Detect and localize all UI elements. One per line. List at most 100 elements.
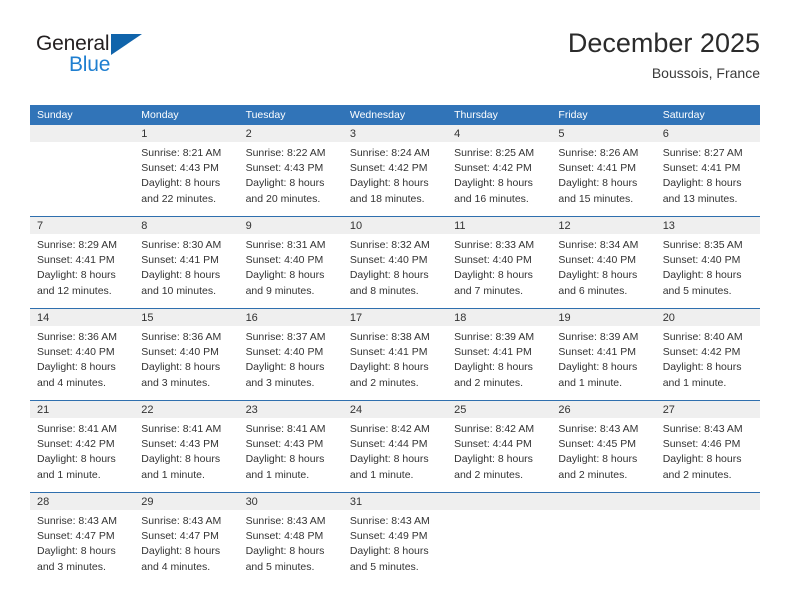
calendar-day-cell[interactable]: 19 Sunrise: 8:39 AM Sunset: 4:41 PM Dayligh… [551,309,656,400]
daylight-text-line1: Daylight: 8 hours [349,453,429,466]
calendar-day-cell[interactable]: 14 Sunrise: 8:36 AM Sunset: 4:40 PM Dayligh… [30,309,135,400]
calendar-week-row: 1 Sunrise: 8:21 AM Sunset: 4:43 PM Daylight… [30,125,760,216]
calendar-day-cell[interactable]: 26 Sunrise: 8:43 AM Sunset: 4:45 PM Dayligh… [551,401,656,492]
sunrise-text: Sunrise: 8:42 AM [454,423,535,435]
brand-logo[interactable]: General Blue [36,32,186,86]
brand-name-blue: Blue [69,53,111,76]
sunset-text: Sunset: 4:41 PM [558,162,637,175]
day-details: Sunrise: 8:22 AM Sunset: 4:43 PM Daylight:… [239,142,343,207]
location-label: Boussois, France [651,65,760,81]
weekday-header-sunday: Sunday [37,109,73,121]
daylight-text-line2: and 9 minutes. [245,284,315,297]
calendar-day-cell[interactable]: 2 Sunrise: 8:22 AM Sunset: 4:43 PM Daylight… [238,125,343,216]
sunrise-text: Sunrise: 8:24 AM [349,147,430,159]
sunrise-text: Sunrise: 8:22 AM [245,147,326,159]
sunrise-text: Sunrise: 8:41 AM [141,423,222,435]
calendar-day-cell-empty [551,493,656,584]
calendar-day-cell[interactable]: 24 Sunrise: 8:42 AM Sunset: 4:44 PM Dayligh… [342,401,448,492]
daylight-text-line2: and 18 minutes. [349,192,425,205]
calendar-day-cell[interactable]: 21 Sunrise: 8:41 AM Sunset: 4:42 PM Dayligh… [30,401,135,492]
daylight-text-line1: Daylight: 8 hours [558,453,638,466]
day-details: Sunrise: 8:39 AM Sunset: 4:41 PM Daylight:… [447,326,551,391]
day-number [551,493,656,510]
calendar-day-cell[interactable]: 20 Sunrise: 8:40 AM Sunset: 4:42 PM Dayligh… [655,309,760,400]
day-details: Sunrise: 8:43 AM Sunset: 4:45 PM Daylight:… [551,418,655,483]
calendar-day-cell[interactable]: 4 Sunrise: 8:25 AM Sunset: 4:42 PM Daylight… [447,125,552,216]
calendar-day-cell-empty [30,125,135,216]
sunrise-text: Sunrise: 8:29 AM [37,239,117,251]
day-number: 15 [134,309,239,326]
daylight-text-line2: and 13 minutes. [662,192,738,205]
day-details: Sunrise: 8:35 AM Sunset: 4:40 PM Daylight:… [656,234,760,299]
daylight-text-line2: and 3 minutes. [245,376,315,389]
calendar-day-cell[interactable]: 17 Sunrise: 8:38 AM Sunset: 4:41 PM Dayligh… [342,309,448,400]
calendar-day-cell[interactable]: 13 Sunrise: 8:35 AM Sunset: 4:40 PM Dayligh… [655,217,760,308]
calendar-day-cell[interactable]: 27 Sunrise: 8:43 AM Sunset: 4:46 PM Dayligh… [655,401,760,492]
calendar-day-cell[interactable]: 25 Sunrise: 8:42 AM Sunset: 4:44 PM Dayligh… [447,401,552,492]
sunset-text: Sunset: 4:41 PM [141,254,219,267]
daylight-text-line2: and 8 minutes. [349,284,419,297]
calendar-day-cell-empty [655,493,760,584]
calendar-day-cell[interactable]: 9 Sunrise: 8:31 AM Sunset: 4:40 PM Daylight… [238,217,343,308]
daylight-text-line2: and 2 minutes. [558,468,628,481]
calendar-day-cell[interactable]: 23 Sunrise: 8:41 AM Sunset: 4:43 PM Dayligh… [238,401,343,492]
sunset-text: Sunset: 4:42 PM [662,346,741,359]
calendar-day-cell[interactable]: 28 Sunrise: 8:43 AM Sunset: 4:47 PM Dayligh… [30,493,135,584]
calendar-day-cell[interactable]: 5 Sunrise: 8:26 AM Sunset: 4:41 PM Daylight… [551,125,656,216]
weekday-header-monday: Monday [141,109,179,121]
day-details: Sunrise: 8:43 AM Sunset: 4:47 PM Daylight:… [134,510,238,575]
sunrise-text: Sunrise: 8:27 AM [662,147,743,159]
sunrise-text: Sunrise: 8:26 AM [558,147,639,159]
calendar-day-cell[interactable]: 7 Sunrise: 8:29 AM Sunset: 4:41 PM Daylight… [30,217,135,308]
calendar-day-cell[interactable]: 15 Sunrise: 8:36 AM Sunset: 4:40 PM Dayligh… [134,309,239,400]
day-number: 26 [551,401,656,418]
calendar-day-cell[interactable]: 10 Sunrise: 8:32 AM Sunset: 4:40 PM Dayligh… [342,217,448,308]
day-number: 3 [342,125,448,142]
calendar-day-cell[interactable]: 30 Sunrise: 8:43 AM Sunset: 4:48 PM Dayligh… [238,493,343,584]
day-details: Sunrise: 8:39 AM Sunset: 4:41 PM Daylight:… [551,326,655,391]
day-number: 16 [238,309,343,326]
day-details: Sunrise: 8:43 AM Sunset: 4:49 PM Daylight:… [343,510,447,575]
day-number: 12 [551,217,656,234]
sunset-text: Sunset: 4:44 PM [349,438,428,451]
daylight-text-line1: Daylight: 8 hours [454,453,533,466]
day-number: 24 [342,401,448,418]
daylight-text-line1: Daylight: 8 hours [141,361,221,374]
day-number: 4 [447,125,552,142]
calendar-day-cell[interactable]: 6 Sunrise: 8:27 AM Sunset: 4:41 PM Daylight… [655,125,760,216]
calendar-day-cell[interactable]: 3 Sunrise: 8:24 AM Sunset: 4:42 PM Daylight… [342,125,448,216]
daylight-text-line1: Daylight: 8 hours [37,545,116,558]
sunrise-text: Sunrise: 8:42 AM [349,423,430,435]
daylight-text-line2: and 5 minutes. [245,560,315,573]
sunset-text: Sunset: 4:43 PM [245,438,324,451]
calendar-day-cell[interactable]: 31 Sunrise: 8:43 AM Sunset: 4:49 PM Dayligh… [342,493,448,584]
day-number: 31 [342,493,448,510]
calendar-day-cell[interactable]: 12 Sunrise: 8:34 AM Sunset: 4:40 PM Dayligh… [551,217,656,308]
calendar-day-cell[interactable]: 11 Sunrise: 8:33 AM Sunset: 4:40 PM Dayligh… [447,217,552,308]
sunset-text: Sunset: 4:45 PM [558,438,637,451]
sunrise-text: Sunrise: 8:33 AM [454,239,535,251]
page-header: General Blue December 2025 Boussois, Fra… [30,26,760,92]
sunrise-text: Sunrise: 8:36 AM [37,331,117,343]
calendar-day-cell[interactable]: 16 Sunrise: 8:37 AM Sunset: 4:40 PM Dayligh… [238,309,343,400]
sunset-text: Sunset: 4:41 PM [662,162,741,175]
daylight-text-line1: Daylight: 8 hours [558,269,638,282]
day-details: Sunrise: 8:36 AM Sunset: 4:40 PM Daylight:… [134,326,238,391]
sunrise-text: Sunrise: 8:39 AM [558,331,639,343]
sunrise-text: Sunrise: 8:43 AM [245,515,326,527]
calendar-day-cell[interactable]: 1 Sunrise: 8:21 AM Sunset: 4:43 PM Daylight… [134,125,239,216]
calendar-day-cell[interactable]: 22 Sunrise: 8:41 AM Sunset: 4:43 PM Dayligh… [134,401,239,492]
calendar-day-cell[interactable]: 29 Sunrise: 8:43 AM Sunset: 4:47 PM Dayligh… [134,493,239,584]
daylight-text-line1: Daylight: 8 hours [37,361,116,374]
daylight-text-line1: Daylight: 8 hours [558,177,638,190]
daylight-text-line2: and 10 minutes. [141,284,216,297]
calendar-day-cell[interactable]: 8 Sunrise: 8:30 AM Sunset: 4:41 PM Daylight… [134,217,239,308]
sunrise-text: Sunrise: 8:43 AM [662,423,743,435]
sunset-text: Sunset: 4:47 PM [37,530,115,543]
daylight-text-line1: Daylight: 8 hours [662,361,742,374]
sunrise-text: Sunrise: 8:40 AM [662,331,743,343]
daylight-text-line1: Daylight: 8 hours [245,177,325,190]
sunrise-text: Sunrise: 8:30 AM [141,239,222,251]
page-title: December 2025 [567,28,760,58]
calendar-day-cell[interactable]: 18 Sunrise: 8:39 AM Sunset: 4:41 PM Dayligh… [447,309,552,400]
